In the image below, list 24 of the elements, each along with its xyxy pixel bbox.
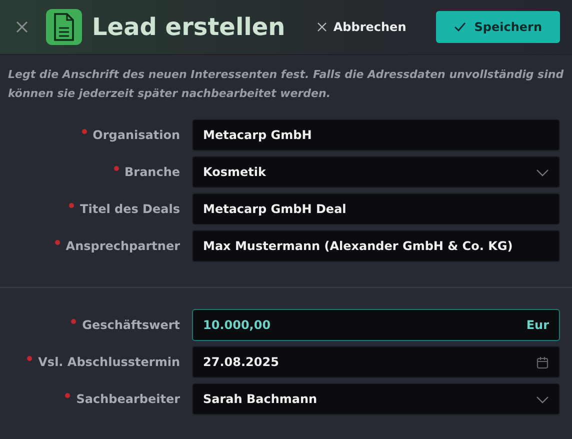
cancel-button[interactable]: Abbrechen bbox=[311, 20, 412, 34]
field-label: Ansprechpartner bbox=[54, 239, 180, 253]
close-icon[interactable] bbox=[14, 19, 30, 35]
dropdown-field[interactable]: Kosmetik bbox=[192, 156, 560, 188]
description-text: Legt die Anschrift des neuen Interessenten fest. Falls die Adressdaten unvollständig sind können sie jederzeit später nachbearbeitet werden. bbox=[8, 67, 564, 102]
input-field[interactable]: Max Mustermann (Alexander GmbH & Co. KG) bbox=[192, 230, 560, 262]
document-icon bbox=[46, 9, 82, 45]
field-label: Titel des Deals bbox=[69, 202, 180, 216]
input-field[interactable]: Metacarp GmbH Deal bbox=[192, 193, 560, 225]
date-field[interactable]: 27.08.2025 bbox=[192, 346, 560, 378]
input-field[interactable]: Metacarp GmbH bbox=[192, 119, 560, 151]
field-label: Branche bbox=[114, 165, 180, 179]
field-label: Organisation bbox=[82, 128, 180, 142]
input-field[interactable]: 10.000,00 Eur bbox=[192, 309, 560, 341]
field-label: Sachbearbeiter bbox=[65, 392, 180, 406]
save-button[interactable]: Speichern bbox=[436, 11, 560, 43]
dropdown-field[interactable]: Sarah Bachmann bbox=[192, 383, 560, 415]
close-icon bbox=[317, 22, 328, 32]
field-label: Vsl. Abschlusstermin bbox=[27, 355, 180, 369]
window-title: Lead erstellen bbox=[92, 13, 286, 41]
check-icon bbox=[454, 22, 466, 32]
calendar-icon bbox=[536, 356, 549, 368]
currency-unit: Eur bbox=[526, 318, 549, 332]
field-label: Geschäftswert bbox=[71, 318, 180, 332]
